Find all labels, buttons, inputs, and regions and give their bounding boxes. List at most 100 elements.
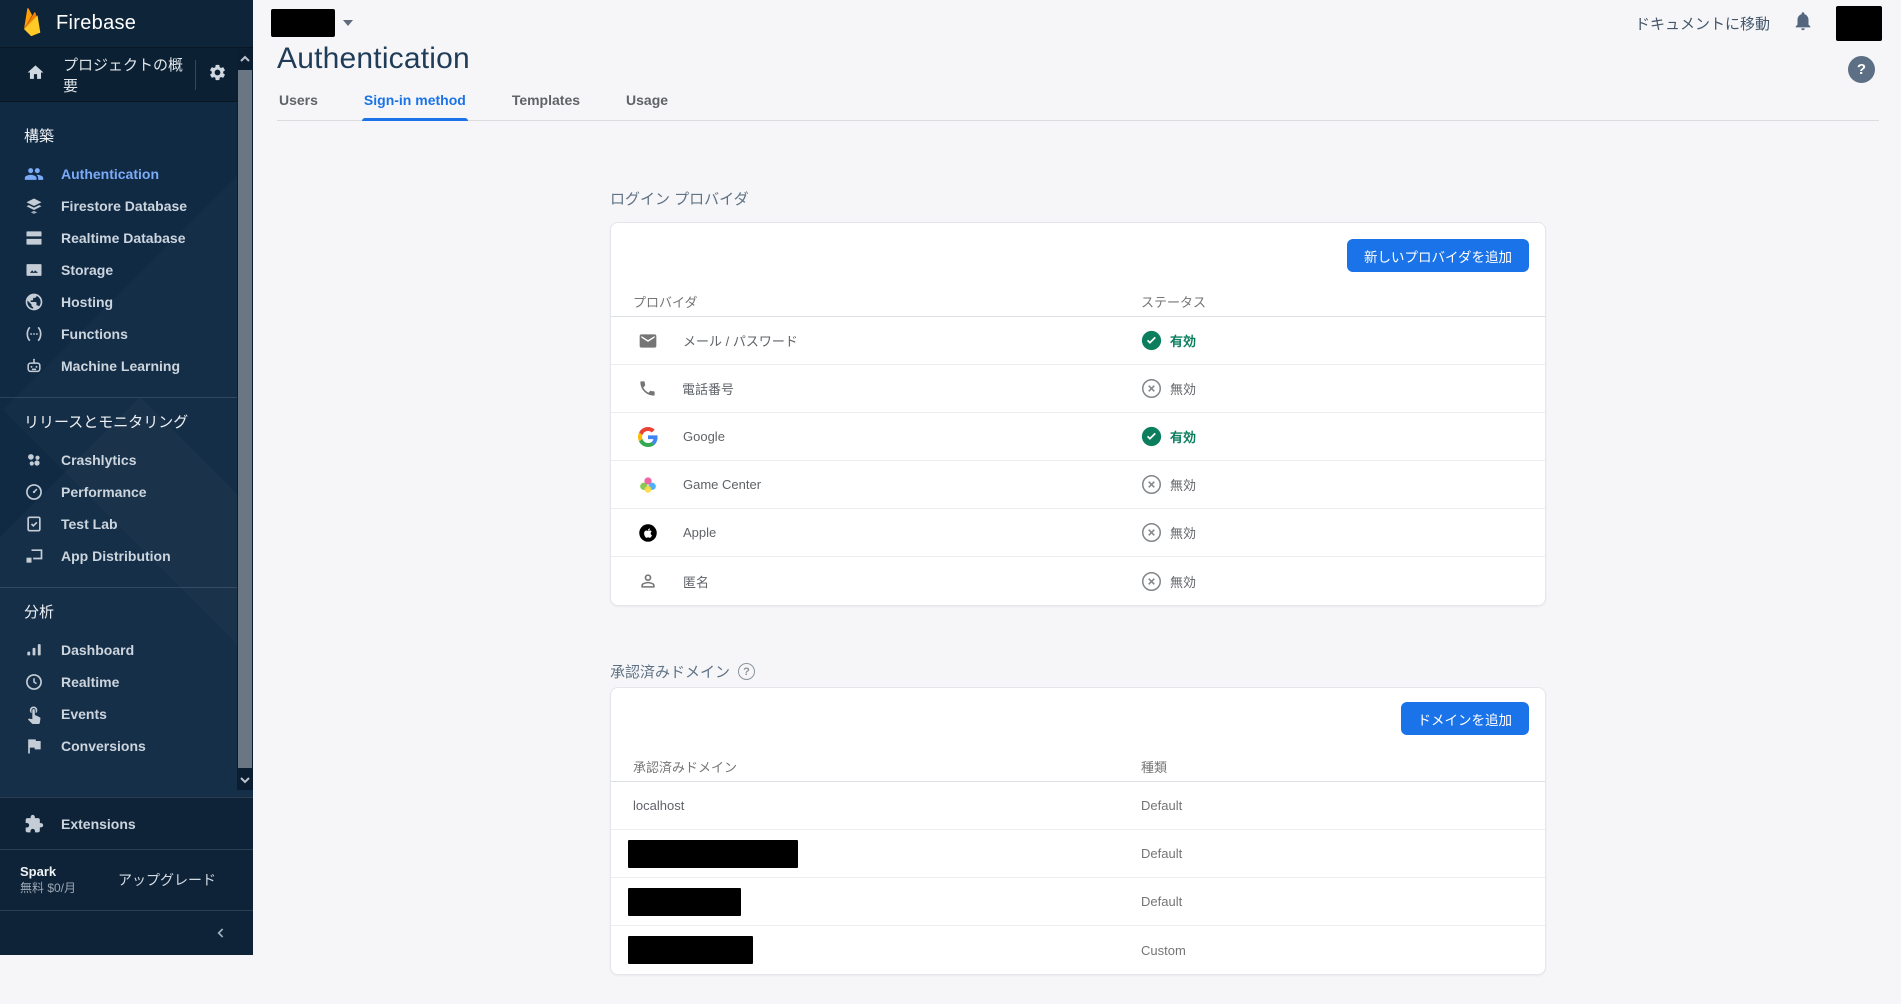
- provider-name: Game Center: [683, 477, 761, 492]
- providers-section-title: ログイン プロバイダ: [610, 188, 749, 209]
- sidebar-item-functions[interactable]: Functions: [0, 318, 237, 350]
- scrollbar-thumb[interactable]: [238, 70, 252, 768]
- upgrade-button[interactable]: アップグレード: [118, 870, 216, 890]
- help-button[interactable]: ?: [1848, 56, 1875, 83]
- conversions-icon: [24, 736, 44, 756]
- domain-type: Default: [1141, 798, 1182, 813]
- realtime-icon: [24, 672, 44, 692]
- sidebar-nav: 構築 Authentication Firestore Database Rea…: [0, 102, 237, 762]
- domain-row: Custom: [611, 926, 1545, 974]
- home-icon: [26, 63, 45, 87]
- tab-templates[interactable]: Templates: [510, 88, 582, 120]
- sidebar-item-dashboard[interactable]: Dashboard: [0, 634, 237, 666]
- sidebar-collapse-button[interactable]: [0, 911, 253, 955]
- performance-icon: [24, 482, 44, 502]
- providers-section-title-text: ログイン プロバイダ: [610, 188, 749, 209]
- sidebar-item-label: Authentication: [61, 166, 159, 182]
- sidebar-item-machine-learning[interactable]: Machine Learning: [0, 350, 237, 382]
- providers-card: 新しいプロバイダを追加 プロバイダ ステータス メール / パスワード 有効: [610, 222, 1546, 606]
- project-settings-gear-icon[interactable]: [208, 63, 227, 87]
- sidebar-bottom: Extensions Spark 無料 $0/月 アップグレード: [0, 797, 253, 955]
- sidebar-item-app-distribution[interactable]: App Distribution: [0, 540, 237, 572]
- tab-bar: Users Sign-in method Templates Usage: [277, 88, 1879, 121]
- firebase-logo-row[interactable]: Firebase: [0, 0, 253, 48]
- sidebar-item-hosting[interactable]: Hosting: [0, 286, 237, 318]
- project-selector[interactable]: [271, 9, 353, 37]
- add-domain-button[interactable]: ドメインを追加: [1401, 702, 1530, 735]
- provider-row-anonymous[interactable]: 匿名 無効: [611, 557, 1545, 605]
- redacted-domain-name: [628, 936, 753, 964]
- provider-row-game-center[interactable]: Game Center 無効: [611, 461, 1545, 509]
- column-header-domain: 承認済みドメイン: [611, 757, 1141, 776]
- plan-info: Spark 無料 $0/月: [20, 864, 76, 896]
- scroll-up-button[interactable]: [237, 49, 253, 69]
- disabled-circle-icon: [1141, 474, 1162, 495]
- realtime-database-icon: [24, 228, 44, 248]
- sidebar-item-realtime-database[interactable]: Realtime Database: [0, 222, 237, 254]
- redacted-domain-name: [628, 840, 798, 868]
- domain-type: Default: [1141, 894, 1182, 909]
- help-circle-icon[interactable]: ?: [738, 663, 755, 680]
- providers-table-header: プロバイダ ステータス: [611, 287, 1545, 317]
- sidebar-item-label: App Distribution: [61, 548, 171, 564]
- provider-name: 匿名: [683, 572, 709, 591]
- tab-usage[interactable]: Usage: [624, 88, 670, 120]
- provider-status: 有効: [1170, 427, 1196, 446]
- disabled-circle-icon: [1141, 522, 1162, 543]
- apple-icon: [638, 523, 658, 543]
- scroll-down-button[interactable]: [237, 770, 253, 790]
- plan-name: Spark: [20, 864, 76, 880]
- provider-status: 無効: [1170, 379, 1196, 398]
- provider-row-google[interactable]: Google 有効: [611, 413, 1545, 461]
- sidebar-item-extensions[interactable]: Extensions: [0, 798, 253, 850]
- tab-users[interactable]: Users: [277, 88, 320, 120]
- sidebar-item-test-lab[interactable]: Test Lab: [0, 508, 237, 540]
- app-distribution-icon: [24, 546, 44, 566]
- sidebar-scrollbar[interactable]: [237, 49, 253, 790]
- sidebar-item-label: Conversions: [61, 738, 146, 754]
- tab-sign-in-method[interactable]: Sign-in method: [362, 88, 468, 120]
- sidebar-item-performance[interactable]: Performance: [0, 476, 237, 508]
- add-provider-button[interactable]: 新しいプロバイダを追加: [1347, 239, 1529, 272]
- caret-down-icon: [343, 20, 353, 26]
- provider-name: 電話番号: [682, 379, 734, 398]
- domains-section-title: 承認済みドメイン ?: [610, 661, 755, 682]
- provider-row-phone[interactable]: 電話番号 無効: [611, 365, 1545, 413]
- sidebar-item-authentication[interactable]: Authentication: [0, 158, 237, 190]
- provider-name: Apple: [683, 525, 716, 540]
- domain-name: localhost: [633, 798, 684, 813]
- provider-row-email-password[interactable]: メール / パスワード 有効: [611, 317, 1545, 365]
- sidebar-item-firestore-database[interactable]: Firestore Database: [0, 190, 237, 222]
- divider: [195, 60, 196, 90]
- page-title: Authentication: [277, 42, 470, 76]
- sidebar-item-realtime[interactable]: Realtime: [0, 666, 237, 698]
- firebase-wordmark: Firebase: [56, 12, 136, 35]
- domain-type: Custom: [1141, 943, 1186, 958]
- sidebar-item-storage[interactable]: Storage: [0, 254, 237, 286]
- authentication-icon: [24, 164, 44, 184]
- provider-status: 無効: [1170, 523, 1196, 542]
- anonymous-person-icon: [638, 571, 658, 591]
- sidebar-item-label: Functions: [61, 326, 128, 342]
- firebase-flame-icon: [20, 6, 44, 41]
- chevron-down-icon: [240, 776, 250, 784]
- providers-toolbar: 新しいプロバイダを追加: [611, 223, 1545, 287]
- sidebar-item-events[interactable]: Events: [0, 698, 237, 730]
- domain-type: Default: [1141, 846, 1182, 861]
- plan-price: 無料 $0/月: [20, 880, 76, 896]
- sidebar-item-crashlytics[interactable]: Crashlytics: [0, 444, 237, 476]
- events-icon: [24, 704, 44, 724]
- crashlytics-icon: [24, 450, 44, 470]
- redacted-avatar[interactable]: [1836, 6, 1882, 41]
- domain-row-localhost: localhost Default: [611, 782, 1545, 830]
- docs-link[interactable]: ドキュメントに移動: [1635, 13, 1770, 34]
- sidebar-item-label: Realtime Database: [61, 230, 186, 246]
- project-overview-row[interactable]: プロジェクトの概要: [0, 48, 253, 102]
- sidebar-item-label: Events: [61, 706, 107, 722]
- notifications-bell-icon[interactable]: [1792, 10, 1814, 37]
- provider-row-apple[interactable]: Apple 無効: [611, 509, 1545, 557]
- sidebar-item-conversions[interactable]: Conversions: [0, 730, 237, 762]
- chevron-left-icon: [213, 925, 229, 941]
- sidebar-item-label: Extensions: [61, 816, 136, 832]
- google-icon: [638, 427, 658, 447]
